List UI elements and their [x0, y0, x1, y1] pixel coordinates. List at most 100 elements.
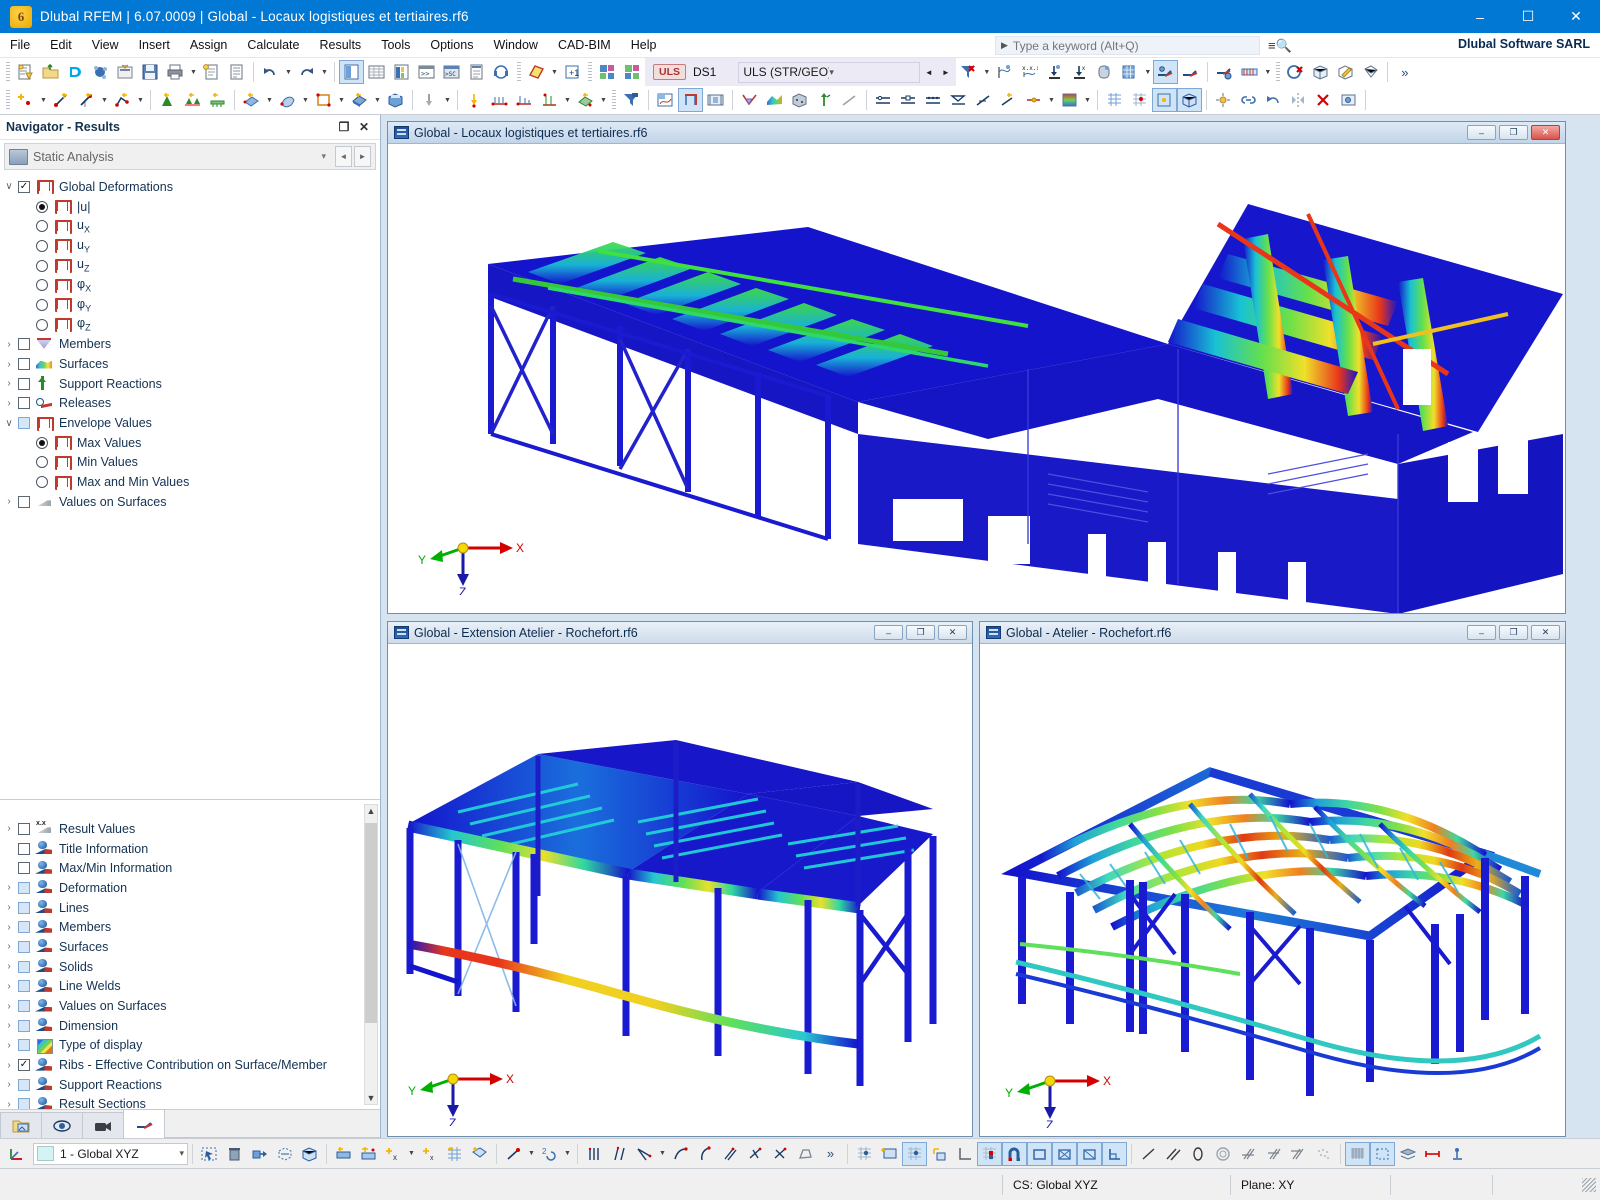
chevron-right-icon[interactable]: › [0, 902, 18, 913]
checkbox[interactable] [18, 901, 30, 914]
deformation-display-icon[interactable] [678, 88, 703, 112]
results-filter-icon[interactable] [619, 88, 644, 112]
release-type-1-icon[interactable] [871, 88, 896, 112]
grid-display-icon[interactable] [1102, 88, 1127, 112]
grid-dense-icon[interactable] [1345, 1141, 1370, 1166]
model-merge-icon[interactable] [620, 60, 645, 84]
snap-settings-icon[interactable] [877, 1142, 902, 1166]
new-model-icon[interactable] [13, 60, 38, 84]
toolbar-overflow-button[interactable]: » [1392, 60, 1417, 84]
tree-item[interactable]: › Releases [0, 394, 380, 414]
menu-file[interactable]: File [0, 35, 40, 55]
mdi-viewport[interactable]: X Y Z [980, 644, 1565, 1136]
settings-icon[interactable] [1336, 88, 1361, 112]
menu-view[interactable]: View [82, 35, 129, 55]
grid-object-snap-icon[interactable] [977, 1141, 1002, 1166]
polyline-dropdown-icon[interactable]: ▼ [135, 97, 146, 104]
working-plane-icon[interactable] [1370, 1141, 1395, 1166]
tree-item[interactable]: › Values on Surfaces [0, 492, 380, 512]
member-load-icon[interactable] [487, 88, 512, 112]
checkbox[interactable] [18, 1078, 30, 1091]
result-combination-icon[interactable] [1237, 60, 1262, 84]
parallel-snap-icon[interactable] [1161, 1142, 1186, 1166]
new-node-snap-icon[interactable] [331, 1142, 356, 1166]
checkbox[interactable] [18, 980, 30, 993]
next-analysis-button[interactable]: ► [354, 146, 371, 167]
node-coordinates-icon[interactable]: x [417, 1142, 442, 1166]
console-icon[interactable]: >>_ [414, 60, 439, 84]
checkbox[interactable] [18, 495, 30, 508]
tree-item[interactable]: uX [0, 216, 380, 236]
animation-icon[interactable] [703, 88, 728, 112]
radio-button[interactable] [36, 259, 48, 272]
coordinate-system-icon[interactable] [4, 1142, 29, 1166]
tree-item[interactable]: › Type of display [0, 1036, 380, 1056]
checkbox[interactable] [18, 1039, 30, 1052]
angle-snap-icon[interactable] [632, 1142, 657, 1166]
rotation-release-icon[interactable] [971, 88, 996, 112]
line-load-icon[interactable] [512, 88, 537, 112]
model-box-icon[interactable] [1308, 60, 1333, 84]
chevron-down-icon[interactable]: ∨ [0, 181, 18, 192]
tree-item[interactable]: › Dimension [0, 1016, 380, 1036]
print-icon[interactable] [163, 60, 188, 84]
new-surface-icon[interactable] [239, 88, 264, 112]
new-support-icon[interactable] [155, 88, 180, 112]
checkbox[interactable]: ✓ [18, 180, 30, 193]
checkbox[interactable] [18, 397, 30, 410]
previous-combination-button[interactable]: ◄ [920, 62, 937, 83]
min-values-icon[interactable] [1042, 60, 1067, 84]
display-navigator-tab[interactable] [41, 1112, 83, 1138]
mdi-close-button[interactable]: ✕ [1531, 625, 1560, 640]
member-result-display-icon[interactable] [1178, 60, 1203, 84]
mdi-close-button[interactable]: ✕ [938, 625, 967, 640]
radio-button[interactable] [36, 456, 48, 469]
result-values-xxx-icon[interactable]: x.x.x [1017, 60, 1042, 84]
new-opening-icon[interactable] [311, 88, 336, 112]
magnet-snap-icon[interactable] [1002, 1141, 1027, 1166]
search-input[interactable] [1012, 38, 1259, 53]
scroll-down-icon[interactable]: ▼ [367, 1092, 376, 1104]
hatch-snap-3-icon[interactable] [1286, 1142, 1311, 1166]
close-button[interactable]: ✕ [1552, 0, 1600, 33]
new-release-icon[interactable] [996, 88, 1021, 112]
checkbox[interactable] [18, 940, 30, 953]
object-snap-icon[interactable] [1152, 88, 1177, 112]
close-icon[interactable]: ✕ [354, 120, 374, 134]
result-export-icon[interactable] [1212, 60, 1237, 84]
document-icon[interactable] [224, 60, 249, 84]
radio-button[interactable] [36, 436, 48, 449]
save-icon[interactable] [138, 60, 163, 84]
menu-help[interactable]: Help [621, 35, 667, 55]
nodal-load-icon[interactable] [462, 88, 487, 112]
release-type-2-icon[interactable] [896, 88, 921, 112]
tree-item[interactable]: › Members [0, 335, 380, 355]
tree-item[interactable]: › Deformation [0, 878, 380, 898]
surface-dropdown-icon[interactable]: ▼ [549, 69, 560, 76]
checkbox[interactable] [18, 417, 30, 430]
toolbar-grip[interactable] [517, 62, 521, 82]
keyword-search-box[interactable]: ▶ [995, 36, 1260, 55]
graph-window-icon[interactable] [653, 88, 678, 112]
minimize-button[interactable]: – [1456, 0, 1504, 33]
open-model-icon[interactable] [38, 60, 63, 84]
radio-button[interactable] [36, 476, 48, 489]
checkbox[interactable] [18, 822, 30, 835]
edit-model-icon[interactable] [1333, 60, 1358, 84]
radio-button[interactable] [36, 239, 48, 252]
data-panel-icon[interactable] [389, 60, 414, 84]
checkbox[interactable] [18, 881, 30, 894]
constraint-icon[interactable] [1420, 1142, 1445, 1166]
rotate-snap-icon[interactable]: 2 [537, 1142, 562, 1166]
checkbox[interactable] [18, 358, 30, 371]
grid-place-icon[interactable] [442, 1142, 467, 1166]
previous-analysis-button[interactable]: ◄ [335, 146, 352, 167]
cutting-plane-dropdown-icon[interactable]: ▼ [1046, 97, 1057, 104]
plane-place-icon[interactable] [467, 1142, 492, 1166]
script-icon[interactable]: >SC [439, 60, 464, 84]
redo-dropdown-icon[interactable]: ▼ [319, 69, 330, 76]
mdi-restore-button[interactable]: ❐ [906, 625, 935, 640]
result-combination-dropdown-icon[interactable]: ▼ [1262, 69, 1273, 76]
radio-button[interactable] [36, 298, 48, 311]
wireframe-render-icon[interactable] [1177, 88, 1202, 112]
